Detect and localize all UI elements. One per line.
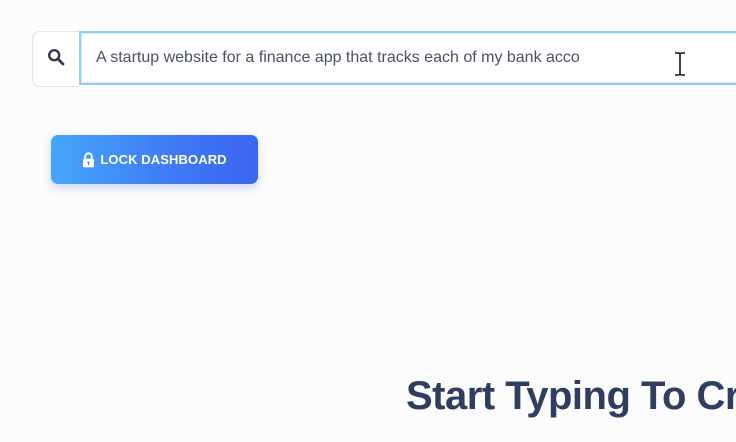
text-cursor-icon	[673, 52, 687, 76]
search-bar	[32, 31, 736, 87]
hero-title: Start Typing To Cr	[406, 374, 736, 418]
search-button[interactable]	[32, 31, 79, 87]
lock-icon	[82, 151, 95, 168]
lock-dashboard-button[interactable]: LOCK DASHBOARD	[51, 135, 258, 184]
search-input[interactable]	[79, 31, 736, 85]
page: LOCK DASHBOARD Start Typing To Cr	[0, 0, 736, 442]
search-icon	[47, 48, 65, 71]
lock-dashboard-label: LOCK DASHBOARD	[100, 152, 227, 167]
